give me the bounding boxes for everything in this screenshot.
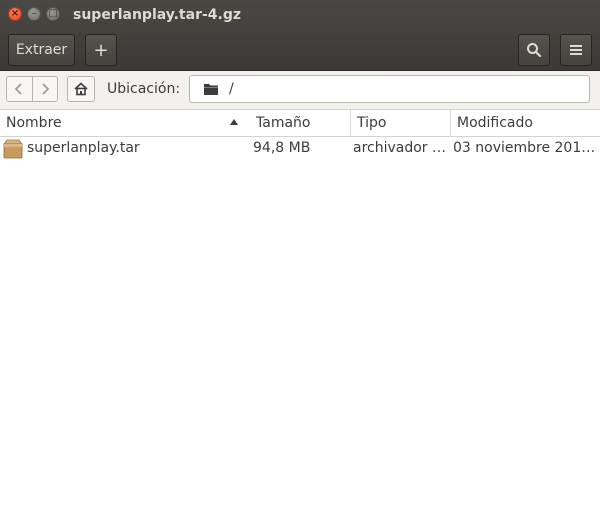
hamburger-icon [570, 45, 582, 55]
forward-button[interactable] [31, 77, 58, 101]
column-label-name: Nombre [6, 115, 62, 131]
archive-manager-window: × – □ superlanplay.tar-4.gz Extraer + Ub… [0, 0, 600, 508]
back-button[interactable] [7, 77, 32, 101]
close-window-button[interactable]: × [8, 7, 22, 21]
header-bar: × – □ superlanplay.tar-4.gz Extraer + [0, 0, 600, 71]
search-button[interactable] [518, 34, 550, 66]
add-files-button[interactable]: + [85, 34, 117, 66]
column-header-name[interactable]: Nombre [0, 110, 250, 136]
column-header-modified[interactable]: Modificado [450, 110, 600, 136]
folder-icon [204, 84, 218, 95]
chevron-left-icon [15, 83, 22, 95]
home-icon [74, 82, 88, 96]
location-label: Ubicación: [107, 81, 181, 97]
file-type: archivador … [353, 140, 447, 156]
file-size: 94,8 MB [253, 140, 311, 156]
maximize-window-button[interactable]: □ [46, 7, 60, 21]
window-controls: × – □ [8, 7, 60, 21]
sort-ascending-icon [230, 119, 238, 125]
search-icon [527, 43, 542, 58]
column-header-type[interactable]: Tipo [350, 110, 450, 136]
navigation-buttons [6, 76, 58, 102]
column-label-size: Tamaño [256, 115, 311, 131]
location-path: / [229, 81, 234, 97]
menu-button[interactable] [560, 34, 592, 66]
column-label-modified: Modificado [457, 115, 533, 131]
chevron-right-icon [42, 83, 49, 95]
file-modified: 03 noviembre 2018… [453, 140, 598, 156]
column-label-type: Tipo [357, 115, 387, 131]
window-title: superlanplay.tar-4.gz [73, 7, 242, 23]
column-header-size[interactable]: Tamaño [250, 110, 350, 136]
location-bar: Ubicación: / [0, 71, 600, 110]
file-name: superlanplay.tar [27, 140, 140, 156]
file-row[interactable]: superlanplay.tar 94,8 MB archivador … 03… [0, 137, 600, 160]
home-button[interactable] [67, 76, 95, 102]
minimize-window-button[interactable]: – [27, 7, 41, 21]
file-list-header: Nombre Tamaño Tipo Modificado [0, 110, 600, 137]
archive-icon [3, 139, 23, 159]
location-field[interactable]: / [189, 75, 590, 103]
extract-button[interactable]: Extraer [8, 34, 75, 66]
